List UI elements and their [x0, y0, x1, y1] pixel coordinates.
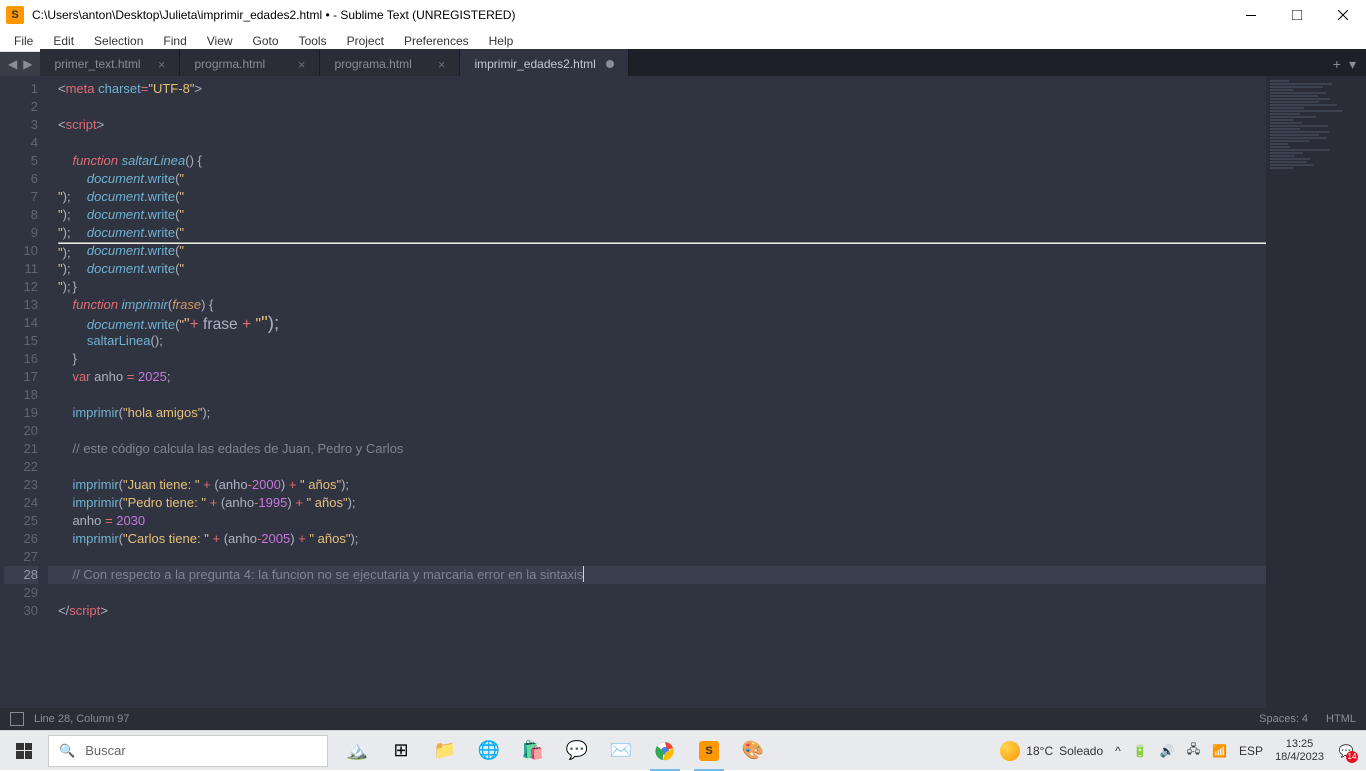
- tab-primer-text[interactable]: primer_text.html ×: [40, 49, 180, 79]
- tab-label: programa.html: [334, 57, 411, 71]
- menu-selection[interactable]: Selection: [84, 32, 153, 50]
- status-bar: Line 28, Column 97 Spaces: 4 HTML: [0, 708, 1366, 730]
- menu-tools[interactable]: Tools: [289, 32, 337, 50]
- menu-edit[interactable]: Edit: [43, 32, 84, 50]
- panel-icon[interactable]: [10, 712, 24, 726]
- tab-imprimir-edades2[interactable]: imprimir_edades2.html: [460, 49, 628, 79]
- weather-desc: Soleado: [1059, 744, 1103, 758]
- start-button[interactable]: [0, 731, 48, 771]
- nav-forward-icon[interactable]: ▶: [23, 57, 32, 71]
- store-icon[interactable]: 🛍️: [512, 731, 554, 771]
- notif-badge: 14: [1346, 751, 1358, 763]
- code-area[interactable]: <meta charset="UTF-8"><script> function …: [48, 76, 1366, 708]
- close-icon[interactable]: ×: [298, 57, 306, 72]
- network-icon[interactable]: 🖧: [1187, 740, 1200, 761]
- task-view-icon[interactable]: ⊞: [380, 731, 422, 771]
- menu-view[interactable]: View: [197, 32, 243, 50]
- dirty-indicator-icon: [606, 60, 614, 68]
- window-titlebar: S C:\Users\anton\Desktop\Julieta\imprimi…: [0, 0, 1366, 30]
- minimap[interactable]: [1266, 76, 1366, 708]
- tab-dropdown-icon[interactable]: ▾: [1349, 56, 1356, 73]
- app-icon: S: [6, 6, 24, 24]
- chat-icon[interactable]: 💬: [556, 731, 598, 771]
- menu-project[interactable]: Project: [337, 32, 394, 50]
- weather-widget[interactable]: 18°C Soleado: [1000, 741, 1103, 761]
- taskbar-apps: 🏔️ ⊞ 📁 🌐 🛍️ 💬 ✉️ S 🎨: [336, 731, 774, 771]
- tab-controls: + ▾: [1323, 49, 1366, 79]
- date: 18/4/2023: [1275, 751, 1324, 764]
- close-icon[interactable]: ×: [158, 57, 166, 72]
- tab-programa[interactable]: programa.html ×: [320, 49, 460, 79]
- clock[interactable]: 13:25 18/4/2023: [1275, 738, 1324, 764]
- menu-file[interactable]: File: [4, 32, 43, 50]
- sublime-icon[interactable]: S: [688, 731, 730, 771]
- windows-icon: [16, 743, 32, 759]
- indentation-setting[interactable]: Spaces: 4: [1259, 713, 1308, 725]
- tray-chevron-icon[interactable]: ^: [1115, 744, 1121, 758]
- editor-toolbar: ◀ ▶ primer_text.html × progrma.html × pr…: [0, 52, 1366, 76]
- window-controls: [1228, 0, 1366, 30]
- syntax-language[interactable]: HTML: [1326, 713, 1356, 725]
- notifications-icon[interactable]: 💬14: [1336, 741, 1356, 761]
- edge-icon[interactable]: 🌐: [468, 731, 510, 771]
- line-gutter: 1234567891011121314151617181920212223242…: [0, 76, 48, 708]
- nav-back-icon[interactable]: ◀: [8, 57, 17, 71]
- close-icon[interactable]: ×: [438, 57, 446, 72]
- mail-icon[interactable]: ✉️: [600, 731, 642, 771]
- menu-find[interactable]: Find: [153, 32, 196, 50]
- tab-bar: primer_text.html × progrma.html × progra…: [40, 49, 1366, 79]
- file-explorer-icon[interactable]: 📁: [424, 731, 466, 771]
- menu-goto[interactable]: Goto: [243, 32, 289, 50]
- maximize-button[interactable]: [1274, 0, 1320, 30]
- battery-icon[interactable]: 🔋: [1133, 744, 1148, 758]
- volume-icon[interactable]: 🔊: [1160, 744, 1175, 758]
- tab-label: progrma.html: [194, 57, 265, 71]
- cursor-position[interactable]: Line 28, Column 97: [34, 713, 129, 725]
- tab-progrma[interactable]: progrma.html ×: [180, 49, 320, 79]
- tab-label: imprimir_edades2.html: [474, 57, 595, 71]
- weather-temp: 18°C: [1026, 744, 1053, 758]
- search-icon: 🔍: [59, 743, 75, 759]
- wifi-icon[interactable]: 📶: [1212, 744, 1227, 758]
- window-title: C:\Users\anton\Desktop\Julieta\imprimir_…: [32, 8, 1228, 22]
- tab-label: primer_text.html: [54, 57, 140, 71]
- sun-icon: [1000, 741, 1020, 761]
- taskbar-search[interactable]: 🔍 Buscar: [48, 735, 328, 767]
- menu-help[interactable]: Help: [479, 32, 524, 50]
- time: 13:25: [1275, 738, 1324, 751]
- menu-preferences[interactable]: Preferences: [394, 32, 479, 50]
- close-button[interactable]: [1320, 0, 1366, 30]
- paint-icon[interactable]: 🎨: [732, 731, 774, 771]
- search-placeholder: Buscar: [85, 743, 125, 758]
- windows-taskbar: 🔍 Buscar 🏔️ ⊞ 📁 🌐 🛍️ 💬 ✉️ S 🎨 18°C Solea…: [0, 730, 1366, 770]
- minimize-button[interactable]: [1228, 0, 1274, 30]
- code-editor[interactable]: 1234567891011121314151617181920212223242…: [0, 76, 1366, 708]
- system-tray: 18°C Soleado ^ 🔋 🔊 🖧 📶 ESP 13:25 18/4/20…: [990, 738, 1366, 764]
- chrome-icon[interactable]: [644, 731, 686, 771]
- app-landscape-icon[interactable]: 🏔️: [336, 731, 378, 771]
- new-tab-icon[interactable]: +: [1333, 56, 1341, 72]
- keyboard-lang[interactable]: ESP: [1239, 744, 1263, 758]
